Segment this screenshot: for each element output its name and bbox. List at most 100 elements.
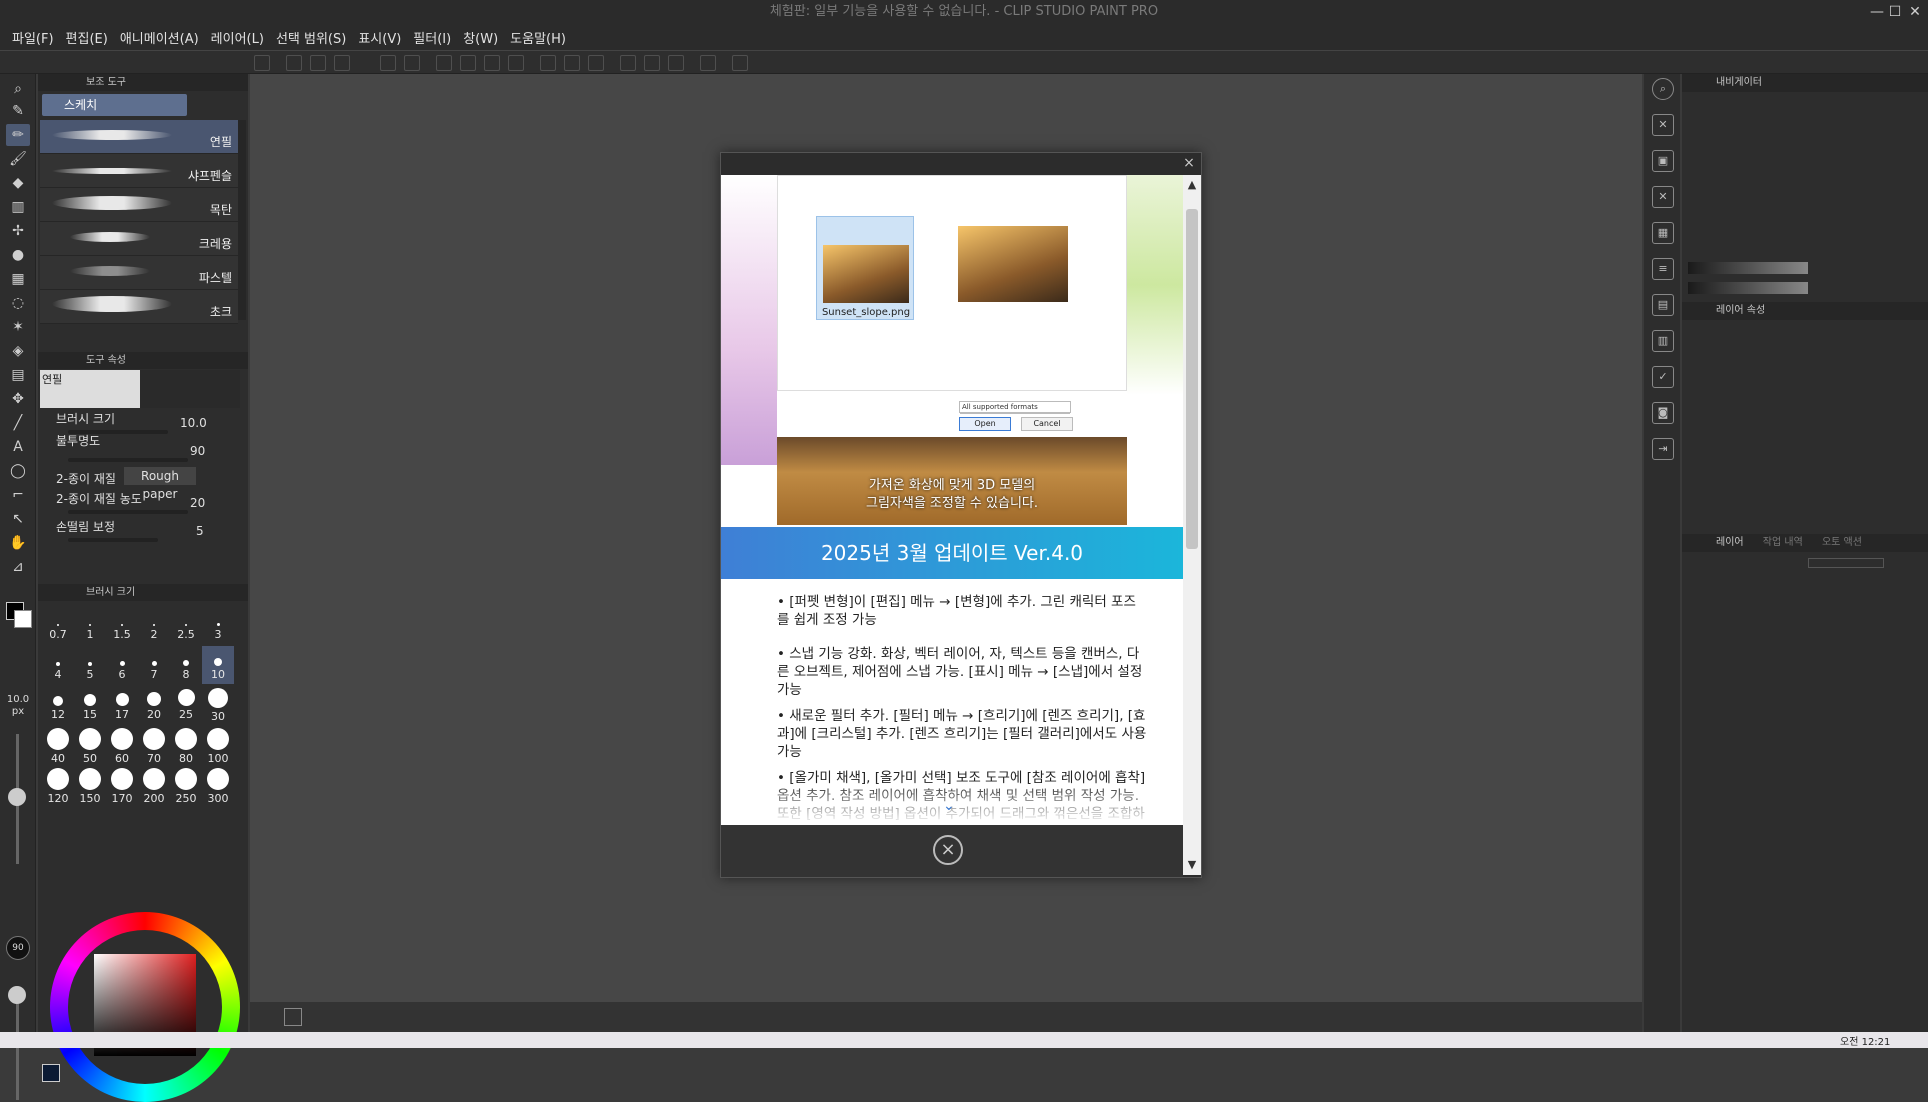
eyedropper-tool-icon[interactable]: ⊿ xyxy=(6,556,30,578)
dialog-close-icon[interactable]: × xyxy=(1181,155,1197,171)
subtool-group-sketch[interactable]: 스케치 xyxy=(42,94,187,116)
correct-line-tool-icon[interactable]: ⌐ xyxy=(6,484,30,506)
brush-size-option[interactable]: 30 xyxy=(202,686,234,724)
menu-selection[interactable]: 선택 범위(S) xyxy=(274,28,356,47)
brush-size-option[interactable]: 7 xyxy=(138,646,170,684)
brush-size-option[interactable]: 250 xyxy=(170,766,202,805)
brush-size-option[interactable]: 200 xyxy=(138,766,170,805)
sub-color-swatch[interactable] xyxy=(14,610,32,628)
brush-item-pastel[interactable]: 파스텔 xyxy=(40,256,238,290)
paper-density-value[interactable]: 20 xyxy=(190,496,205,510)
fill-tool-icon[interactable]: ◈ xyxy=(6,340,30,362)
brush-size-option[interactable]: 10 xyxy=(202,646,234,684)
selection-border-icon[interactable] xyxy=(588,55,604,71)
paper-density-slider[interactable] xyxy=(68,510,188,514)
text-tool-icon[interactable]: A xyxy=(6,436,30,458)
material-export-icon[interactable]: ⇥ xyxy=(1652,438,1674,460)
layer-opacity-slider[interactable] xyxy=(1808,558,1884,568)
brush-size-option[interactable]: 25 xyxy=(170,686,202,724)
material-list-icon[interactable]: ≡ xyxy=(1652,258,1674,280)
navigator-zoom-slider[interactable] xyxy=(1688,262,1808,274)
timeline-toggle-icon[interactable] xyxy=(284,1008,302,1026)
brush-size-option[interactable]: 3 xyxy=(202,606,234,644)
snap-icon[interactable] xyxy=(644,55,660,71)
brush-size-option[interactable]: 4 xyxy=(42,646,74,684)
redo-icon[interactable] xyxy=(404,55,420,71)
material-tone-icon[interactable]: ▦ xyxy=(1652,222,1674,244)
brush-size-option[interactable]: 2.5 xyxy=(170,606,202,644)
brush-size-option[interactable]: 300 xyxy=(202,766,234,805)
menu-layer[interactable]: 레이어(L) xyxy=(209,28,274,47)
new-file-icon[interactable] xyxy=(286,55,302,71)
ruler-icon[interactable] xyxy=(620,55,636,71)
current-color-swatch[interactable] xyxy=(42,1064,60,1082)
format-dropdown[interactable]: All supported formats xyxy=(959,401,1071,413)
material-grid-icon[interactable]: ▤ xyxy=(1652,294,1674,316)
brush-size-option[interactable]: 1.5 xyxy=(106,606,138,644)
snap-ruler-icon[interactable] xyxy=(668,55,684,71)
scroll-more-chevron-icon[interactable]: ⌄ xyxy=(943,799,961,813)
auto-select-tool-icon[interactable]: ✶ xyxy=(6,316,30,338)
airbrush-tool-icon[interactable]: ✢ xyxy=(6,220,30,242)
brush-size-option[interactable]: 100 xyxy=(202,726,234,765)
clip-studio-icon[interactable] xyxy=(254,55,270,71)
brush-size-option[interactable]: 15 xyxy=(74,686,106,724)
brush-size-option[interactable]: 8 xyxy=(170,646,202,684)
pen-tool-icon[interactable]: ✎ xyxy=(6,100,30,122)
eraser-tool-icon[interactable]: ◆ xyxy=(6,172,30,194)
brush-item-pencil[interactable]: 연필 xyxy=(40,120,238,154)
tab-history[interactable]: 작업 내역 xyxy=(1763,537,1803,548)
brush-size-option[interactable]: 5 xyxy=(74,646,106,684)
open-button[interactable]: Open xyxy=(959,417,1011,431)
brush-item-chalk[interactable]: 초크 xyxy=(40,290,238,324)
footer-close-button[interactable]: × xyxy=(933,835,963,865)
menu-window[interactable]: 창(W) xyxy=(461,28,508,47)
figure-tool-icon[interactable]: ╱ xyxy=(6,412,30,434)
tab-auto-action[interactable]: 오토 액션 xyxy=(1822,537,1862,548)
undo-icon[interactable] xyxy=(380,55,396,71)
cancel-button[interactable]: Cancel xyxy=(1021,417,1073,431)
material-close-icon[interactable]: ✕ xyxy=(1652,186,1674,208)
brush-size-option[interactable]: 0.7 xyxy=(42,606,74,644)
gradient-tool-icon[interactable]: ▤ xyxy=(6,364,30,386)
brush-size-option[interactable]: 17 xyxy=(106,686,138,724)
menu-file[interactable]: 파일(F) xyxy=(10,28,64,47)
lasso-tool-icon[interactable]: ◌ xyxy=(6,292,30,314)
decoration-tool-icon[interactable]: ▥ xyxy=(6,196,30,218)
opacity-value[interactable]: 90 xyxy=(190,444,205,458)
brush-size-option[interactable]: 40 xyxy=(42,726,74,765)
brush-size-option[interactable]: 70 xyxy=(138,726,170,765)
opacity-slider-handle[interactable] xyxy=(8,986,26,1004)
blend-tool-icon[interactable]: ● xyxy=(6,244,30,266)
fill-icon[interactable] xyxy=(484,55,500,71)
balloon-tool-icon[interactable]: ◯ xyxy=(6,460,30,482)
brush-size-option[interactable]: 50 xyxy=(74,726,106,765)
stabilization-value[interactable]: 5 xyxy=(196,524,204,538)
material-camera-icon[interactable]: ◙ xyxy=(1652,402,1674,424)
brush-size-option[interactable]: 6 xyxy=(106,646,138,684)
search-icon[interactable]: ⌕ xyxy=(1652,78,1674,100)
scroll-up-icon[interactable]: ▲ xyxy=(1186,179,1198,191)
scroll-down-icon[interactable]: ▼ xyxy=(1186,859,1198,871)
zoom-tool-icon[interactable]: ⌕ xyxy=(6,78,30,100)
brush-size-option[interactable]: 1 xyxy=(74,606,106,644)
menu-help[interactable]: 도움말(H) xyxy=(508,28,576,47)
brush-size-option[interactable]: 120 xyxy=(42,766,74,805)
save-icon[interactable] xyxy=(334,55,350,71)
invert-selection-icon[interactable] xyxy=(564,55,580,71)
brush-size-option[interactable]: 80 xyxy=(170,726,202,765)
brush-size-option[interactable]: 20 xyxy=(138,686,170,724)
move-layer-tool-icon[interactable]: ✥ xyxy=(6,388,30,410)
help-icon[interactable] xyxy=(732,55,748,71)
navigator-rotate-slider[interactable] xyxy=(1688,282,1808,294)
material-check-icon[interactable]: ✓ xyxy=(1652,366,1674,388)
subtool-scrollbar[interactable] xyxy=(238,120,246,320)
brush-size-option[interactable]: 2 xyxy=(138,606,170,644)
dialog-scroll-thumb[interactable] xyxy=(1186,209,1198,549)
brush-size-option[interactable]: 170 xyxy=(106,766,138,805)
brush-item-crayon[interactable]: 크레용 xyxy=(40,222,238,256)
crop-icon[interactable] xyxy=(508,55,524,71)
open-file-icon[interactable] xyxy=(310,55,326,71)
opacity-slider-track[interactable] xyxy=(16,1004,19,1100)
brush-item-mechanical-pencil[interactable]: 샤프펜슬 xyxy=(40,154,238,188)
